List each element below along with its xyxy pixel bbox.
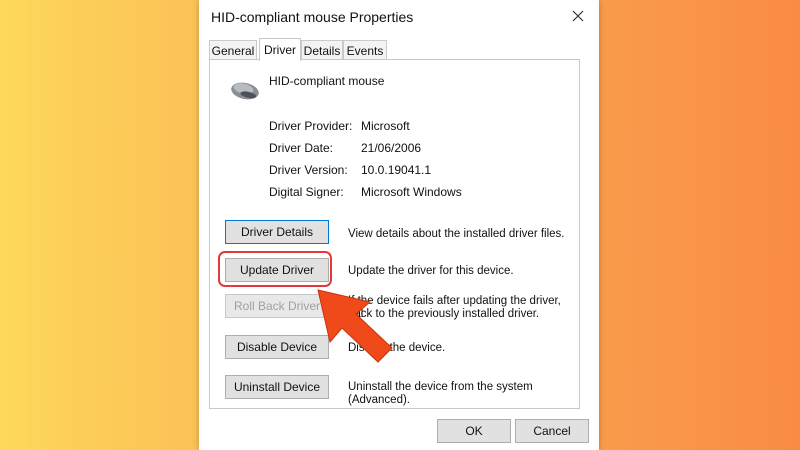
pointer-arrow-icon (317, 289, 393, 363)
driver-details-desc: View details about the installed driver … (348, 228, 565, 240)
driver-provider-value: Microsoft (361, 119, 410, 133)
ok-button[interactable]: OK (437, 419, 511, 443)
uninstall-device-desc: Uninstall the device from the system (Ad… (348, 381, 533, 406)
driver-version-value: 10.0.19041.1 (361, 163, 432, 177)
roll-back-driver-button[interactable]: Roll Back Driver (225, 294, 329, 318)
digital-signer-value: Microsoft Windows (361, 185, 462, 199)
tab-details[interactable]: Details (301, 40, 343, 60)
cancel-button[interactable]: Cancel (515, 419, 589, 443)
driver-date-value: 21/06/2006 (361, 141, 422, 155)
tab-driver[interactable]: Driver (259, 38, 301, 61)
window-title: HID-compliant mouse Properties (211, 9, 414, 25)
close-button[interactable] (563, 3, 593, 29)
driver-provider-label: Driver Provider: (269, 119, 353, 133)
mouse-icon (231, 82, 259, 100)
driver-date-label: Driver Date: (269, 141, 334, 155)
update-driver-desc: Update the driver for this device. (348, 265, 514, 277)
close-icon (572, 10, 584, 22)
tab-general[interactable]: General (209, 40, 257, 60)
uninstall-device-button[interactable]: Uninstall Device (225, 375, 329, 399)
driver-version-label: Driver Version: (269, 163, 348, 177)
properties-dialog: HID-compliant mouse Properties General D… (199, 0, 599, 450)
update-driver-highlight (218, 251, 332, 287)
driver-details-button[interactable]: Driver Details (225, 220, 329, 244)
tab-events[interactable]: Events (343, 40, 387, 60)
device-name: HID-compliant mouse (269, 74, 385, 88)
digital-signer-label: Digital Signer: (269, 185, 344, 199)
disable-device-button[interactable]: Disable Device (225, 335, 329, 359)
